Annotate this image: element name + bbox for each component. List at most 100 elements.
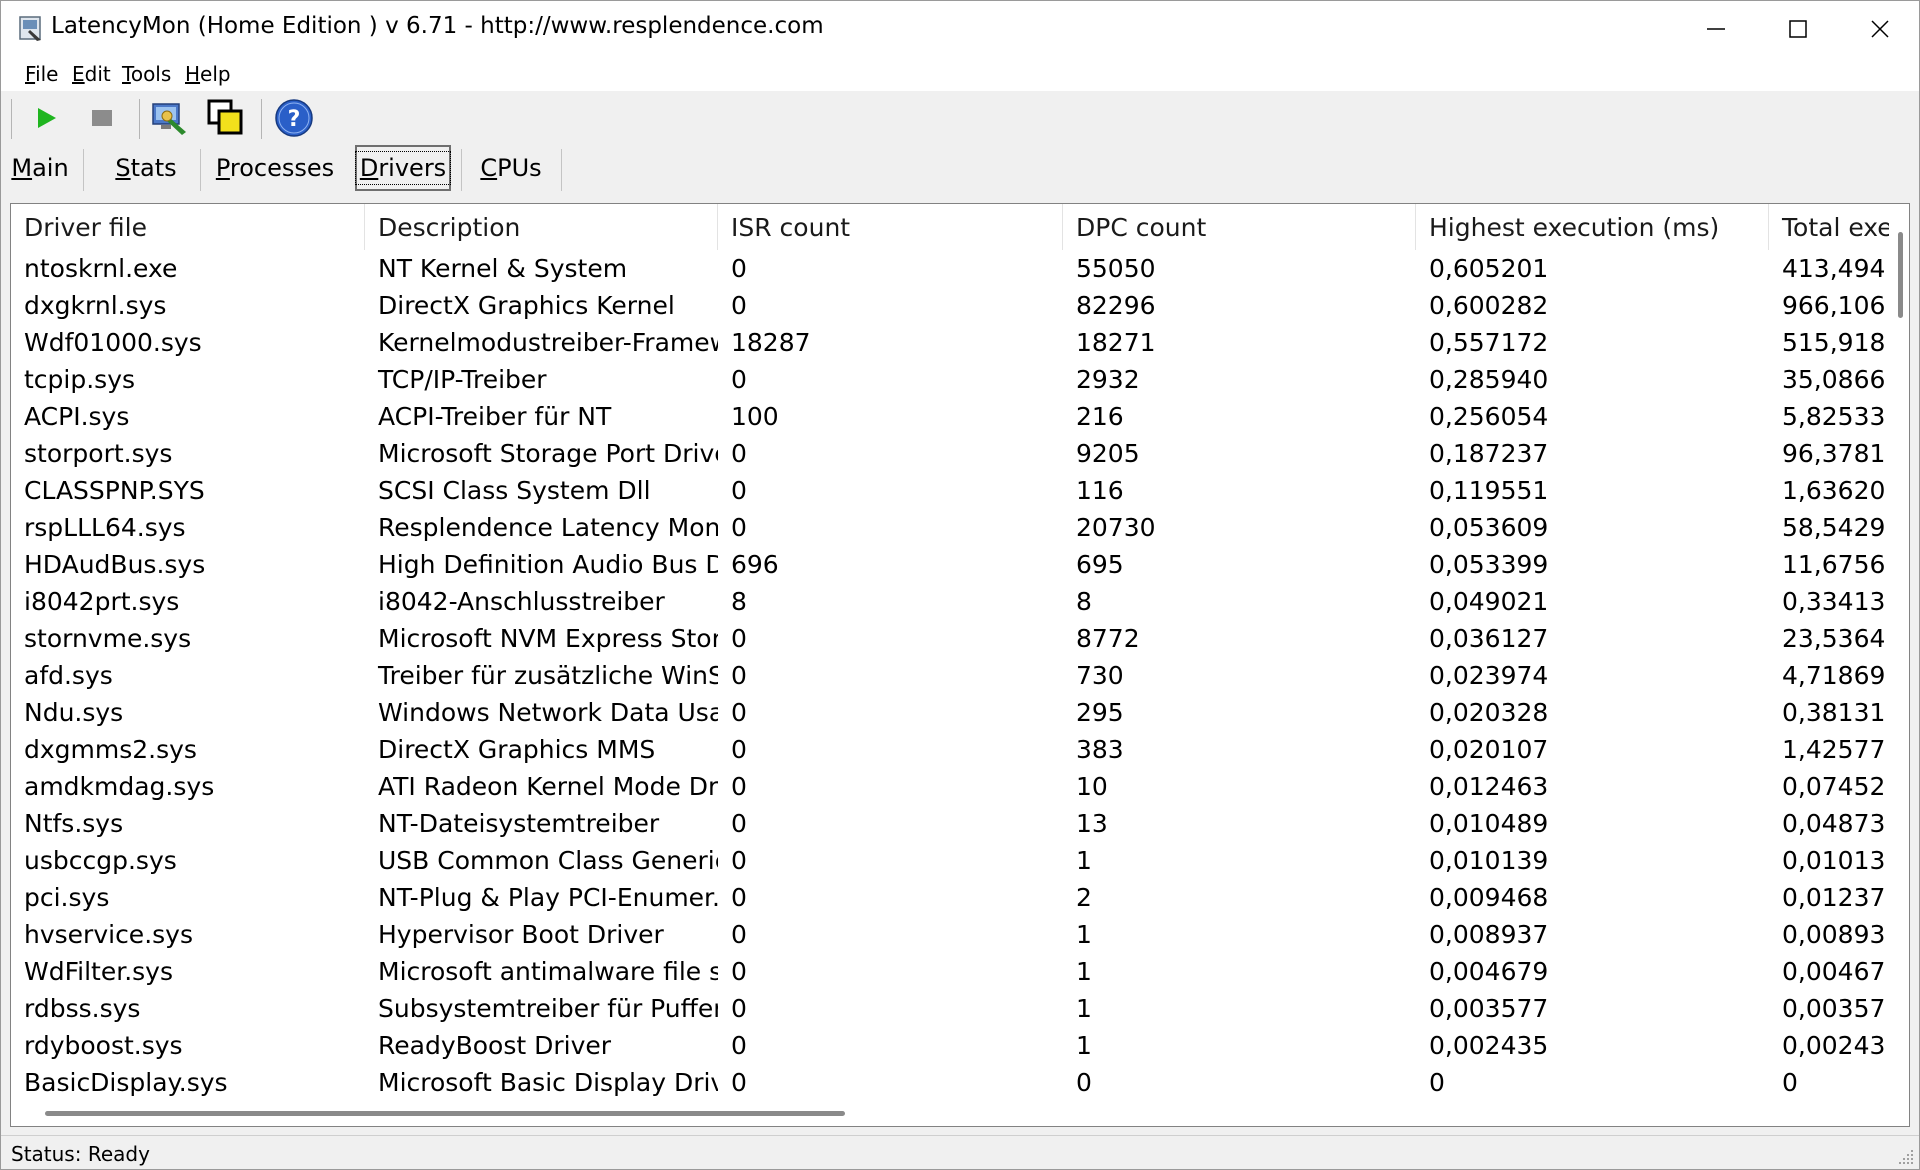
cell-total-execution: 515,918 bbox=[1782, 328, 1886, 357]
table-row[interactable]: usbccgp.sys USB Common Class Generic ... 0… bbox=[11, 842, 1891, 879]
table-row[interactable]: pci.sys NT-Plug & Play PCI-Enumer... 0 2 0,0… bbox=[11, 879, 1891, 916]
tab-processes[interactable]: Processes bbox=[213, 145, 337, 191]
table-row[interactable]: HDAudBus.sys High Definition Audio Bus Dr… bbox=[11, 546, 1891, 583]
table-row[interactable]: stornvme.sys Microsoft NVM Express Stor..… bbox=[11, 620, 1891, 657]
cell-description: TCP/IP-Treiber bbox=[378, 365, 547, 394]
table-row[interactable]: dxgkrnl.sys DirectX Graphics Kernel 0 82296… bbox=[11, 287, 1891, 324]
cell-highest-execution: 0,557172 bbox=[1429, 328, 1549, 357]
tab-stats[interactable]: Stats bbox=[103, 145, 189, 191]
column-header-isr-count[interactable]: ISR count bbox=[718, 204, 1063, 250]
cell-isr-count: 0 bbox=[731, 772, 747, 801]
cell-dpc-count: 8 bbox=[1076, 587, 1092, 616]
horizontal-scroll-thumb[interactable] bbox=[45, 1111, 845, 1116]
cell-dpc-count: 10 bbox=[1076, 772, 1108, 801]
cell-description: SCSI Class System Dll bbox=[378, 476, 651, 505]
minimize-button[interactable] bbox=[1675, 1, 1757, 57]
cell-description: ACPI-Treiber für NT bbox=[378, 402, 612, 431]
cell-description: Microsoft antimalware file sys... bbox=[378, 957, 718, 986]
cell-driver-file: dxgmms2.sys bbox=[24, 735, 197, 764]
cell-isr-count: 0 bbox=[731, 735, 747, 764]
column-header-dpc-count[interactable]: DPC count bbox=[1063, 204, 1416, 250]
cell-isr-count: 0 bbox=[731, 365, 747, 394]
cell-description: Resplendence Latency Monit... bbox=[378, 513, 718, 542]
menu-edit[interactable]: Edit bbox=[72, 62, 111, 86]
vertical-scrollbar[interactable] bbox=[1889, 204, 1909, 1104]
table-row[interactable]: storport.sys Microsoft Storage Port Drive… bbox=[11, 435, 1891, 472]
windows-button[interactable] bbox=[205, 97, 247, 139]
table-row[interactable]: amdkmdag.sys ATI Radeon Kernel Mode Dri..… bbox=[11, 768, 1891, 805]
vertical-scroll-thumb[interactable] bbox=[1898, 232, 1903, 318]
column-header-highest-execution[interactable]: Highest execution (ms) bbox=[1416, 204, 1769, 250]
table-row[interactable]: afd.sys Treiber für zusätzliche WinS... 0 7… bbox=[11, 657, 1891, 694]
cell-total-execution: 0,00467 bbox=[1782, 957, 1886, 986]
toolbar-separator bbox=[11, 99, 12, 139]
table-row[interactable]: Ntfs.sys NT-Dateisystemtreiber 0 13 0,010489… bbox=[11, 805, 1891, 842]
table-row[interactable]: WdFilter.sys Microsoft antimalware file s… bbox=[11, 953, 1891, 990]
table-row[interactable]: hvservice.sys Hypervisor Boot Driver 0 1 0,0… bbox=[11, 916, 1891, 953]
cell-driver-file: rdyboost.sys bbox=[24, 1031, 183, 1060]
table-row[interactable]: ACPI.sys ACPI-Treiber für NT 100 216 0,25605… bbox=[11, 398, 1891, 435]
cell-dpc-count: 9205 bbox=[1076, 439, 1140, 468]
cell-driver-file: HDAudBus.sys bbox=[24, 550, 206, 579]
table-row[interactable]: dxgmms2.sys DirectX Graphics MMS 0 383 0,020… bbox=[11, 731, 1891, 768]
table-header: Driver file Description ISR count DPC co… bbox=[11, 204, 1891, 250]
cell-driver-file: Wdf01000.sys bbox=[24, 328, 202, 357]
cell-isr-count: 0 bbox=[731, 624, 747, 653]
help-button[interactable]: ? bbox=[273, 97, 315, 139]
tab-main[interactable]: Main bbox=[7, 145, 73, 191]
cell-driver-file: Ntfs.sys bbox=[24, 809, 124, 838]
column-header-driver-file[interactable]: Driver file bbox=[11, 204, 365, 250]
cell-highest-execution: 0,003577 bbox=[1429, 994, 1549, 1023]
menu-help[interactable]: Help bbox=[185, 62, 231, 86]
tab-cpus[interactable]: CPUs bbox=[471, 145, 551, 191]
cell-highest-execution: 0,012463 bbox=[1429, 772, 1549, 801]
cell-description: i8042-Anschlusstreiber bbox=[378, 587, 665, 616]
cell-total-execution: 96,3781 bbox=[1782, 439, 1886, 468]
toolbar: ? bbox=[1, 91, 1919, 145]
table-row[interactable]: CLASSPNP.SYS SCSI Class System Dll 0 116 0,1… bbox=[11, 472, 1891, 509]
table-row[interactable]: rdbss.sys Subsystemtreiber für Puffer... 0… bbox=[11, 990, 1891, 1027]
horizontal-scrollbar[interactable] bbox=[11, 1102, 1891, 1126]
windows-icon bbox=[207, 99, 243, 135]
cell-isr-count: 100 bbox=[731, 402, 779, 431]
cell-isr-count: 0 bbox=[731, 920, 747, 949]
cell-isr-count: 0 bbox=[731, 809, 747, 838]
table-row[interactable]: tcpip.sys TCP/IP-Treiber 0 2932 0,285940 35,0… bbox=[11, 361, 1891, 398]
table-row[interactable]: rdyboost.sys ReadyBoost Driver 0 1 0,002435 0… bbox=[11, 1027, 1891, 1064]
table-row[interactable]: i8042prt.sys i8042-Anschlusstreiber 8 8 0,04… bbox=[11, 583, 1891, 620]
cell-isr-count: 0 bbox=[731, 476, 747, 505]
cell-total-execution: 0,01013 bbox=[1782, 846, 1886, 875]
menu-file[interactable]: File bbox=[25, 62, 58, 86]
table-row[interactable]: Wdf01000.sys Kernelmodustreiber-Framew...… bbox=[11, 324, 1891, 361]
cell-driver-file: pci.sys bbox=[24, 883, 110, 912]
cell-total-execution: 0,00243 bbox=[1782, 1031, 1886, 1060]
title-bar[interactable]: LatencyMon (Home Edition ) v 6.71 - http… bbox=[1, 1, 1919, 57]
resize-grip-icon[interactable] bbox=[1897, 1148, 1915, 1166]
drivers-table[interactable]: Driver file Description ISR count DPC co… bbox=[10, 203, 1910, 1127]
minimize-icon bbox=[1707, 28, 1725, 30]
cell-description: Microsoft NVM Express Stor... bbox=[378, 624, 718, 653]
cell-description: Hypervisor Boot Driver bbox=[378, 920, 664, 949]
tab-drivers[interactable]: Drivers bbox=[354, 145, 452, 191]
table-row[interactable]: Ndu.sys Windows Network Data Usa... 0 295 0,… bbox=[11, 694, 1891, 731]
table-row[interactable]: BasicDisplay.sys Microsoft Basic Display … bbox=[11, 1064, 1891, 1101]
close-button[interactable] bbox=[1839, 1, 1919, 57]
menu-tools[interactable]: Tools bbox=[122, 62, 171, 86]
cell-isr-count: 0 bbox=[731, 1068, 747, 1097]
maximize-button[interactable] bbox=[1757, 1, 1839, 57]
cell-description: USB Common Class Generic ... bbox=[378, 846, 718, 875]
start-button[interactable] bbox=[25, 97, 67, 139]
hardware-inspect-button[interactable] bbox=[149, 97, 191, 139]
cell-driver-file: tcpip.sys bbox=[24, 365, 136, 394]
column-header-total-execution[interactable]: Total execution bbox=[1769, 204, 1891, 250]
maximize-icon bbox=[1789, 20, 1807, 38]
cell-driver-file: ntoskrnl.exe bbox=[24, 254, 178, 283]
stop-button[interactable] bbox=[81, 97, 123, 139]
table-row[interactable]: ntoskrnl.exe NT Kernel & System 0 55050 0,60… bbox=[11, 250, 1891, 287]
close-icon bbox=[1871, 20, 1889, 38]
cell-total-execution: 0,00893 bbox=[1782, 920, 1886, 949]
cell-driver-file: rspLLL64.sys bbox=[24, 513, 186, 542]
column-header-description[interactable]: Description bbox=[365, 204, 718, 250]
cell-total-execution: 5,82533 bbox=[1782, 402, 1886, 431]
table-row[interactable]: rspLLL64.sys Resplendence Latency Monit..… bbox=[11, 509, 1891, 546]
